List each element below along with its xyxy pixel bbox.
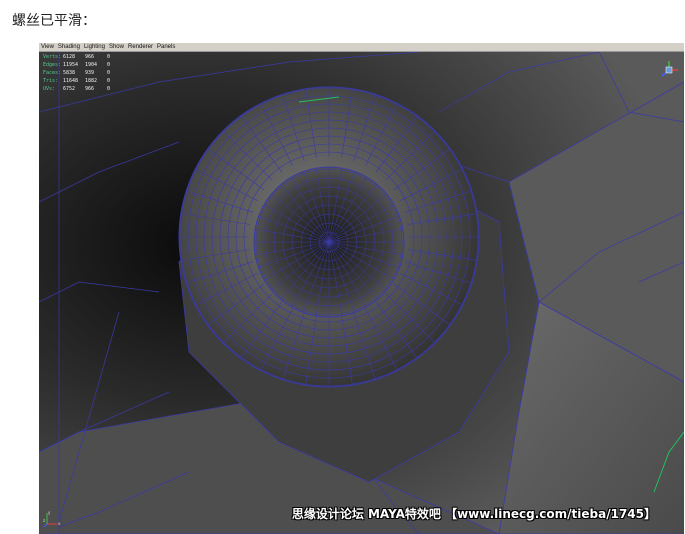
hud-label: Tris: [43, 78, 59, 84]
hud-value: 966 [85, 86, 95, 92]
hud-row: UVs: 6752 966 0 [43, 85, 129, 93]
hud-row: Edges: 11954 1904 0 [43, 61, 129, 69]
hud-label: UVs: [43, 86, 56, 92]
hud-value: 0 [107, 62, 111, 68]
maya-viewport[interactable]: View Shading Lighting Show Renderer Pane… [39, 43, 684, 534]
viewport-menubar: View Shading Lighting Show Renderer Pane… [39, 43, 684, 52]
axis-z-label: z [43, 518, 45, 523]
hud-value: 0 [107, 54, 111, 60]
hud-label: Faces: [43, 70, 62, 76]
hud-value: 6752 [63, 86, 76, 92]
hud-value: 5838 [63, 70, 76, 76]
hud-value: 966 [85, 54, 95, 60]
hud-row: Tris: 11648 1882 0 [43, 77, 129, 85]
menu-shading[interactable]: Shading [56, 43, 82, 52]
watermark-text: 思缘设计论坛 MAYA特效吧 【www.linecg.com/tieba/174… [291, 507, 656, 521]
view-cube-axis-icon[interactable] [658, 59, 680, 81]
axis-indicator-icon: x y z [43, 510, 61, 528]
hud-value: 11954 [63, 62, 79, 68]
hud-value: 1904 [85, 62, 98, 68]
menu-lighting[interactable]: Lighting [82, 43, 107, 52]
hud-value: 0 [107, 86, 111, 92]
viewport-3d-scene [39, 52, 684, 534]
hud-value: 0 [107, 78, 111, 84]
hud-value: 0 [107, 70, 111, 76]
hud-value: 6128 [63, 54, 76, 60]
hud-label: Verts: [43, 54, 62, 60]
axis-y-label: y [48, 510, 51, 515]
poly-count-hud: Verts: 6128 966 0 Edges: 11954 1904 0 Fa… [43, 53, 129, 93]
hud-value: 939 [85, 70, 95, 76]
page-caption: 螺丝已平滑： [12, 13, 96, 29]
menu-show[interactable]: Show [107, 43, 126, 52]
hud-value: 11648 [63, 78, 79, 84]
hud-value: 1882 [85, 78, 98, 84]
menu-panels[interactable]: Panels [155, 43, 177, 52]
hud-row: Faces: 5838 939 0 [43, 69, 129, 77]
hud-row: Verts: 6128 966 0 [43, 53, 129, 61]
hud-label: Edges: [43, 62, 62, 68]
menu-renderer[interactable]: Renderer [126, 43, 155, 52]
menu-view[interactable]: View [39, 43, 56, 52]
axis-x-label: x [58, 521, 61, 526]
